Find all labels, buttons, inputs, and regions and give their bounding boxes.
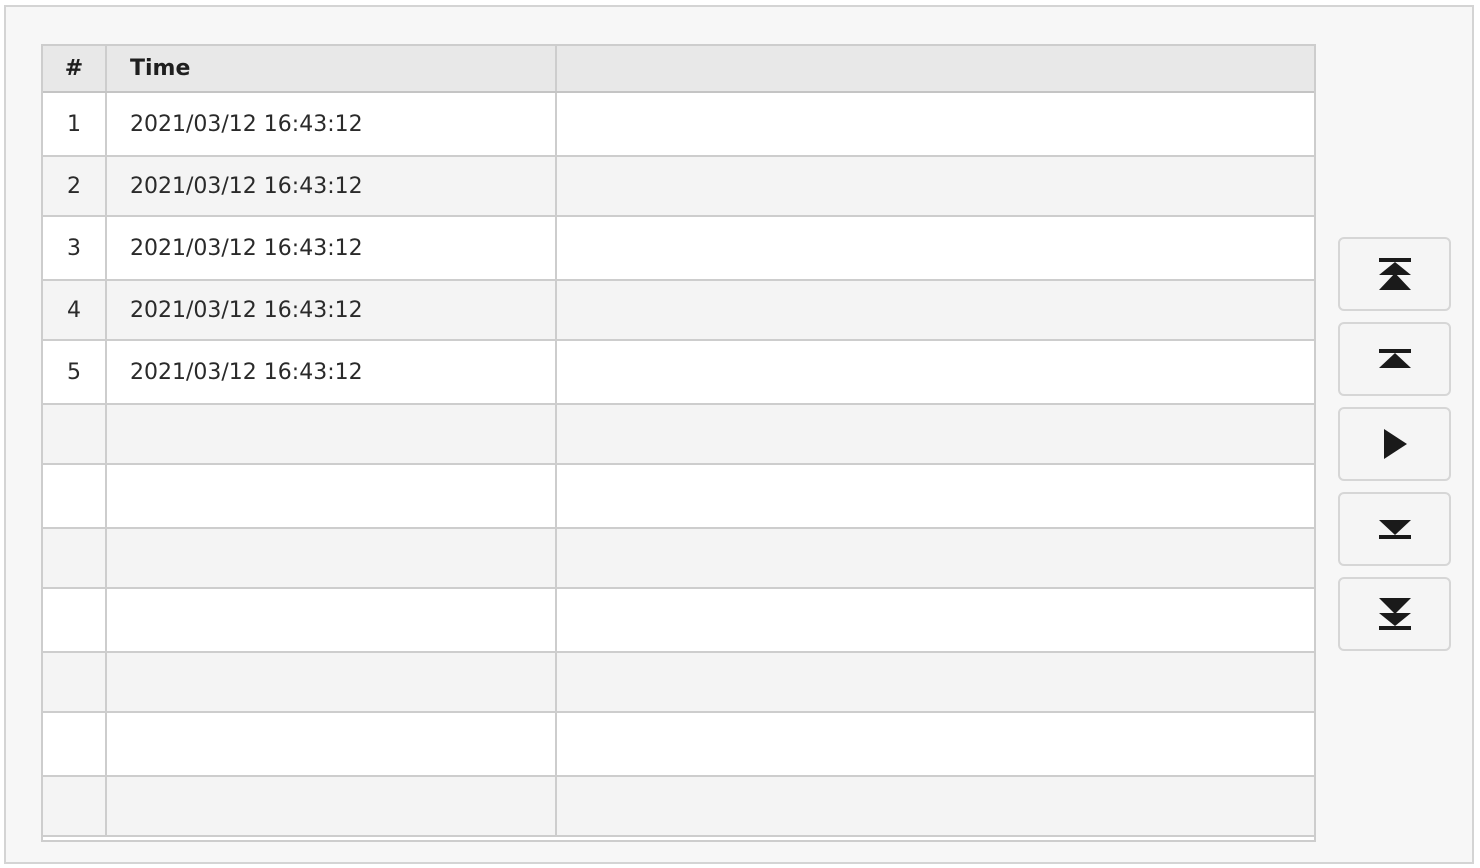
column-header-number[interactable]: # [43, 46, 107, 91]
row-number-cell: 5 [43, 341, 107, 403]
row-number-cell [43, 405, 107, 463]
table-row[interactable]: 4 2021/03/12 16:43:12 [43, 281, 1314, 341]
row-extra-cell [557, 281, 1314, 339]
row-extra-cell [557, 777, 1314, 835]
row-time-cell: 2021/03/12 16:43:12 [107, 157, 557, 215]
row-time-cell [107, 777, 557, 835]
scroll-to-top-button[interactable] [1338, 237, 1451, 311]
log-panel: # Time 1 2021/03/12 16:43:12 2 2021/03/12 1… [4, 5, 1474, 864]
table-row[interactable] [43, 777, 1314, 837]
play-icon [1383, 429, 1407, 459]
table-row[interactable]: 5 2021/03/12 16:43:12 [43, 341, 1314, 405]
column-header-time[interactable]: Time [107, 46, 557, 91]
table-row[interactable] [43, 589, 1314, 653]
row-extra-cell [557, 93, 1314, 155]
table-row[interactable]: 3 2021/03/12 16:43:12 [43, 217, 1314, 281]
table-row[interactable] [43, 405, 1314, 465]
table-row[interactable] [43, 465, 1314, 529]
row-number-cell: 1 [43, 93, 107, 155]
play-button[interactable] [1338, 407, 1451, 481]
row-time-cell [107, 465, 557, 527]
page-down-button[interactable] [1338, 492, 1451, 566]
row-number-cell: 4 [43, 281, 107, 339]
chevron-up-icon [1378, 349, 1411, 368]
log-table: # Time 1 2021/03/12 16:43:12 2 2021/03/12 1… [41, 44, 1316, 842]
row-extra-cell [557, 589, 1314, 651]
scroll-to-bottom-button[interactable] [1338, 577, 1451, 651]
page-up-button[interactable] [1338, 322, 1451, 396]
row-number-cell [43, 529, 107, 587]
row-time-cell [107, 653, 557, 711]
table-row[interactable]: 1 2021/03/12 16:43:12 [43, 93, 1314, 157]
row-number-cell [43, 589, 107, 651]
row-extra-cell [557, 653, 1314, 711]
row-time-cell [107, 529, 557, 587]
double-chevron-down-icon [1378, 598, 1411, 630]
row-time-cell [107, 589, 557, 651]
row-time-cell: 2021/03/12 16:43:12 [107, 341, 557, 403]
row-time-cell [107, 405, 557, 463]
row-time-cell: 2021/03/12 16:43:12 [107, 217, 557, 279]
row-extra-cell [557, 217, 1314, 279]
table-row[interactable] [43, 653, 1314, 713]
row-number-cell: 3 [43, 217, 107, 279]
table-row[interactable] [43, 713, 1314, 777]
row-extra-cell [557, 713, 1314, 775]
table-header-row: # Time [43, 46, 1314, 93]
row-number-cell [43, 653, 107, 711]
column-header-empty[interactable] [557, 46, 1314, 91]
row-number-cell [43, 713, 107, 775]
row-extra-cell [557, 157, 1314, 215]
row-number-cell [43, 777, 107, 835]
row-extra-cell [557, 465, 1314, 527]
row-number-cell: 2 [43, 157, 107, 215]
table-row[interactable]: 2 2021/03/12 16:43:12 [43, 157, 1314, 217]
row-extra-cell [557, 405, 1314, 463]
row-time-cell [107, 713, 557, 775]
row-time-cell: 2021/03/12 16:43:12 [107, 93, 557, 155]
row-extra-cell [557, 341, 1314, 403]
row-time-cell: 2021/03/12 16:43:12 [107, 281, 557, 339]
double-chevron-up-icon [1378, 258, 1411, 290]
row-extra-cell [557, 529, 1314, 587]
chevron-down-icon [1378, 520, 1411, 539]
row-number-cell [43, 465, 107, 527]
table-row[interactable] [43, 529, 1314, 589]
